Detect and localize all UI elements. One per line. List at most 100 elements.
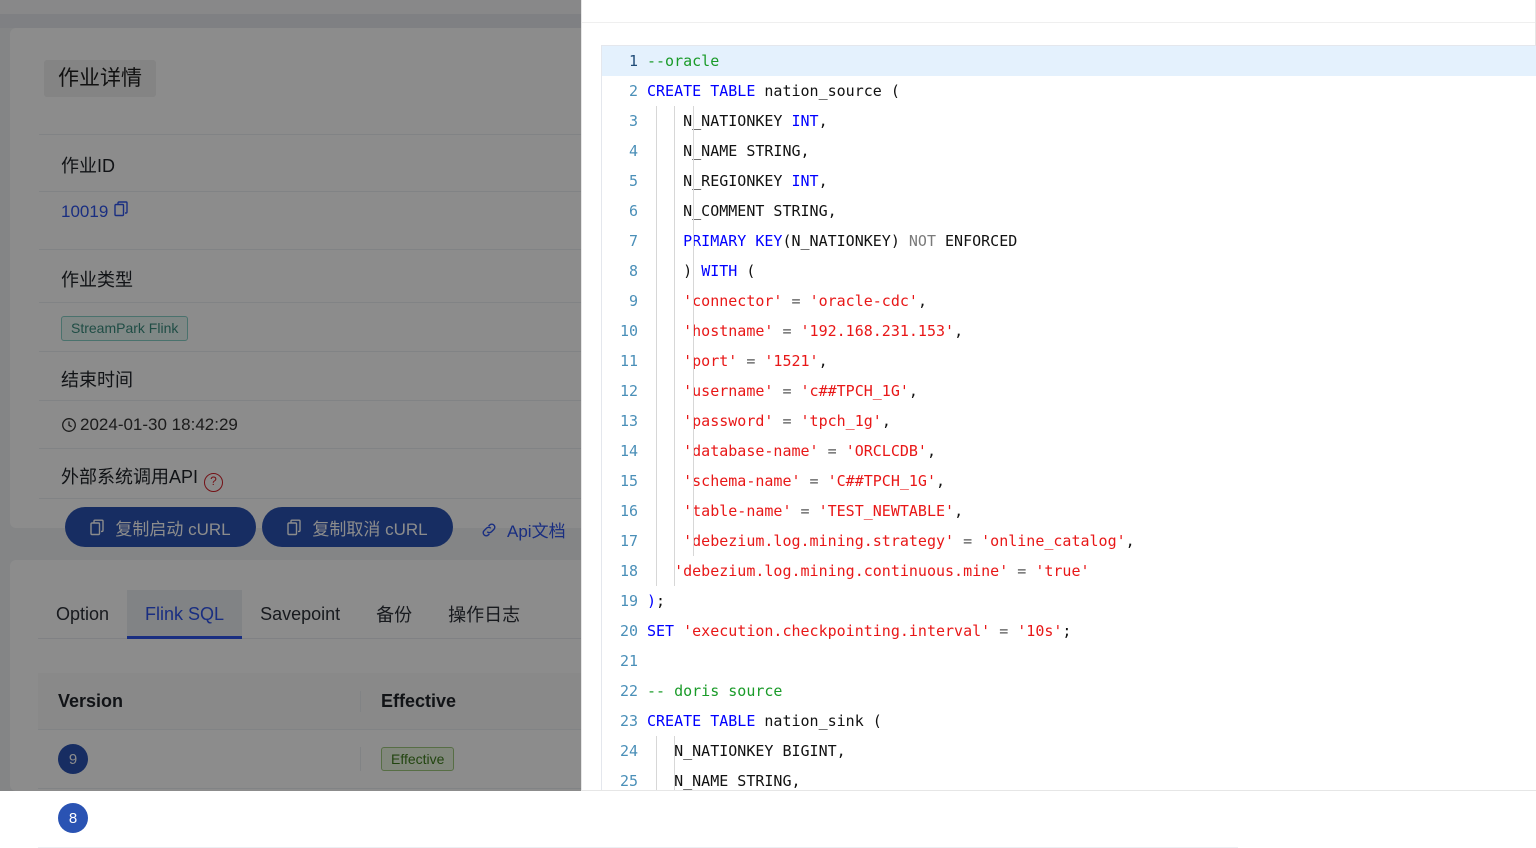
code-text: );: [647, 586, 1536, 616]
code-token: PRIMARY KEY: [683, 232, 782, 250]
indent-guide: [693, 496, 694, 526]
code-token: ,: [954, 502, 963, 520]
code-text: --oracle: [647, 46, 1536, 76]
code-token: =: [773, 382, 800, 400]
code-token: N_NAME STRING,: [647, 142, 810, 160]
code-token: ;: [656, 592, 665, 610]
code-token: 'debezium.log.mining.continuous.mine': [674, 562, 1008, 580]
code-token: ): [647, 592, 656, 610]
code-line[interactable]: 4 N_NAME STRING,: [602, 136, 1536, 166]
code-line[interactable]: 9 'connector' = 'oracle-cdc',: [602, 286, 1536, 316]
code-token: -- doris source: [647, 682, 782, 700]
indent-guide: [656, 106, 657, 136]
code-line[interactable]: 21: [602, 646, 1536, 676]
code-text: 'debezium.log.mining.strategy' = 'online…: [647, 526, 1536, 556]
line-number: 19: [602, 586, 647, 616]
code-text: 'schema-name' = 'C##TPCH_1G',: [647, 466, 1536, 496]
code-token: [647, 232, 683, 250]
indent-guide: [693, 256, 694, 286]
indent-guide: [656, 406, 657, 436]
code-line[interactable]: 8 ) WITH (: [602, 256, 1536, 286]
indent-guide: [656, 466, 657, 496]
code-line[interactable]: 16 'table-name' = 'TEST_NEWTABLE',: [602, 496, 1536, 526]
code-line[interactable]: 14 'database-name' = 'ORCLCDB',: [602, 436, 1536, 466]
code-line[interactable]: 7 PRIMARY KEY(N_NATIONKEY) NOT ENFORCED: [602, 226, 1536, 256]
code-text: PRIMARY KEY(N_NATIONKEY) NOT ENFORCED: [647, 226, 1536, 256]
code-token: INT: [792, 112, 819, 130]
code-line[interactable]: 22-- doris source: [602, 676, 1536, 706]
indent-guide: [674, 436, 675, 466]
code-token: ,: [936, 472, 945, 490]
line-number: 13: [602, 406, 647, 436]
code-token: 'oracle-cdc': [810, 292, 918, 310]
indent-guide: [656, 256, 657, 286]
sql-code-content[interactable]: 1--oracle2CREATE TABLE nation_source (3 …: [602, 46, 1536, 790]
code-line[interactable]: 17 'debezium.log.mining.strategy' = 'onl…: [602, 526, 1536, 556]
code-line[interactable]: 6 N_COMMENT STRING,: [602, 196, 1536, 226]
code-token: =: [737, 352, 764, 370]
indent-guide: [693, 106, 694, 136]
code-line[interactable]: 13 'password' = 'tpch_1g',: [602, 406, 1536, 436]
code-text: N_NATIONKEY BIGINT,: [647, 736, 1536, 766]
code-token: NOT: [909, 232, 936, 250]
code-line[interactable]: 11 'port' = '1521',: [602, 346, 1536, 376]
indent-guide: [693, 406, 694, 436]
line-number: 4: [602, 136, 647, 166]
code-token: 'C##TPCH_1G': [828, 472, 936, 490]
code-line[interactable]: 12 'username' = 'c##TPCH_1G',: [602, 376, 1536, 406]
indent-guide: [693, 346, 694, 376]
line-number: 5: [602, 166, 647, 196]
code-line[interactable]: 18 'debezium.log.mining.continuous.mine'…: [602, 556, 1536, 586]
code-token: =: [1008, 562, 1035, 580]
code-token: 'connector': [683, 292, 782, 310]
line-number: 17: [602, 526, 647, 556]
sql-editor[interactable]: 1--oracle2CREATE TABLE nation_source (3 …: [601, 45, 1536, 790]
code-token: 'TEST_NEWTABLE': [819, 502, 954, 520]
code-token: 'table-name': [683, 502, 791, 520]
code-text: N_REGIONKEY INT,: [647, 166, 1536, 196]
line-number: 7: [602, 226, 647, 256]
code-text: N_COMMENT STRING,: [647, 196, 1536, 226]
indent-guide: [656, 736, 657, 766]
code-text: 'port' = '1521',: [647, 346, 1536, 376]
line-number: 18: [602, 556, 647, 586]
code-token: =: [801, 472, 828, 490]
line-number: 2: [602, 76, 647, 106]
code-token: 'hostname': [683, 322, 773, 340]
code-token: '192.168.231.153': [801, 322, 955, 340]
code-line[interactable]: 19);: [602, 586, 1536, 616]
code-token: [647, 292, 683, 310]
code-line[interactable]: 3 N_NATIONKEY INT,: [602, 106, 1536, 136]
code-line[interactable]: 24 N_NATIONKEY BIGINT,: [602, 736, 1536, 766]
code-line[interactable]: 25 N_NAME STRING,: [602, 766, 1536, 790]
code-token: 'password': [683, 412, 773, 430]
indent-guide: [674, 736, 675, 766]
indent-guide: [674, 556, 675, 586]
code-token: ,: [819, 352, 828, 370]
indent-guide: [693, 316, 694, 346]
indent-guide: [674, 196, 675, 226]
code-token: N_COMMENT STRING,: [647, 202, 837, 220]
code-line[interactable]: 1--oracle: [602, 46, 1536, 76]
code-text: ) WITH (: [647, 256, 1536, 286]
code-token: ,: [819, 172, 828, 190]
code-text: SET 'execution.checkpointing.interval' =…: [647, 616, 1536, 646]
code-token: 'online_catalog': [981, 532, 1126, 550]
indent-guide: [674, 166, 675, 196]
code-line[interactable]: 20SET 'execution.checkpointing.interval'…: [602, 616, 1536, 646]
code-line[interactable]: 23CREATE TABLE nation_sink (: [602, 706, 1536, 736]
code-text: N_NAME STRING,: [647, 136, 1536, 166]
code-token: =: [773, 412, 800, 430]
indent-guide: [656, 196, 657, 226]
code-line[interactable]: 5 N_REGIONKEY INT,: [602, 166, 1536, 196]
code-token: CREATE TABLE: [647, 712, 755, 730]
indent-guide: [693, 166, 694, 196]
code-token: '1521': [764, 352, 818, 370]
table-row[interactable]: 8: [38, 789, 1238, 848]
code-line[interactable]: 10 'hostname' = '192.168.231.153',: [602, 316, 1536, 346]
line-number: 12: [602, 376, 647, 406]
code-line[interactable]: 15 'schema-name' = 'C##TPCH_1G',: [602, 466, 1536, 496]
code-text: CREATE TABLE nation_source (: [647, 76, 1536, 106]
code-line[interactable]: 2CREATE TABLE nation_source (: [602, 76, 1536, 106]
indent-guide: [674, 466, 675, 496]
